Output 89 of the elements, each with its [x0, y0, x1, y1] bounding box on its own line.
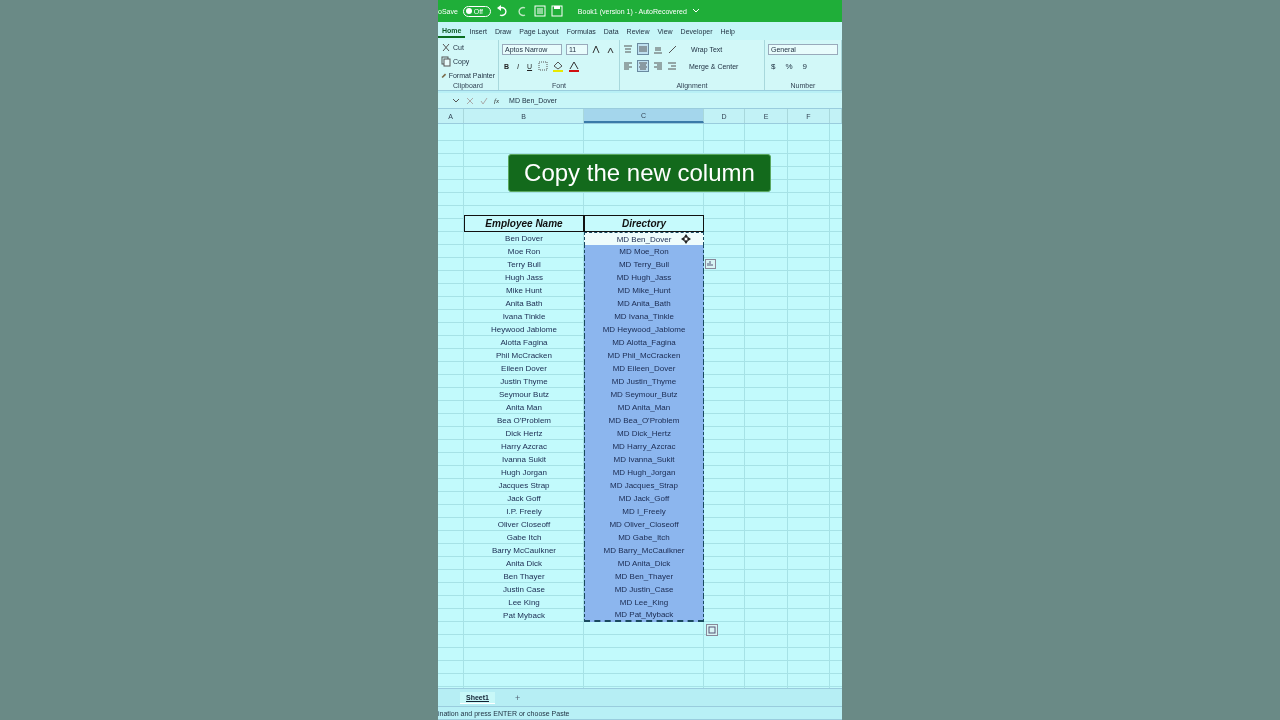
align-left-icon[interactable]: [623, 61, 633, 71]
table-cell: MD Alotta_Fagina: [584, 336, 704, 349]
table-cell: MD Heywood_Jablome: [584, 323, 704, 336]
percent-button[interactable]: %: [782, 61, 796, 71]
table-cell-text: Justin Case: [502, 584, 546, 596]
align-bottom-icon[interactable]: [653, 44, 663, 54]
table-cell-text: Barry McCaulkner: [491, 545, 557, 557]
grow-font-icon[interactable]: [592, 44, 602, 54]
table-cell-text: Heywood Jablome: [490, 324, 558, 336]
indent-icon[interactable]: [667, 61, 677, 71]
table-cell-text: Terry Bull: [506, 259, 542, 271]
table-cell: MD Hugh_Jass: [584, 271, 704, 284]
table-cell-text: Alotta Fagina: [499, 337, 549, 349]
table-cell: MD Lee_King: [584, 596, 704, 609]
chevron-down-icon[interactable]: [691, 8, 700, 14]
scissors-icon: [441, 42, 451, 53]
table-cell-text: Jack Goff: [506, 493, 542, 505]
paste-options-icon[interactable]: [706, 624, 718, 636]
table-cell-text: Anita Bath: [504, 298, 544, 310]
table-cell-text: Oliver Closeoff: [496, 519, 552, 531]
table-cell: MD Bea_O'Problem: [584, 414, 704, 427]
table-cell: MD Justin_Thyme: [584, 375, 704, 388]
table-cell: MD Eileen_Dover: [584, 362, 704, 375]
table-cell: MD Anita_Man: [584, 401, 704, 414]
save-icon[interactable]: [550, 5, 563, 17]
comma-button[interactable]: 9: [799, 61, 811, 71]
currency-button[interactable]: $: [768, 61, 779, 71]
table-cell: MD Anita_Dick: [584, 557, 704, 570]
table-cell: MD Ben_Thayer: [584, 570, 704, 583]
table-cell: MD Dick_Hertz: [584, 427, 704, 440]
table-cell-text: Hugh Jass: [504, 272, 544, 284]
cancel-icon[interactable]: [466, 96, 474, 105]
table-cell-text: Lee King: [507, 597, 541, 609]
table-cell: MD Terry_Bull: [584, 258, 704, 271]
table-cell-text: Eileen Dover: [500, 363, 548, 375]
table-cell: MD Jacques_Strap: [584, 479, 704, 492]
table-cell: MD I_Freely: [584, 505, 704, 518]
table-cell: MD Gabe_Itch: [584, 531, 704, 544]
table-cell-text: Anita Man: [505, 402, 543, 414]
align-middle-icon[interactable]: [637, 43, 649, 55]
table-cell-text: Bea O'Problem: [496, 415, 552, 427]
table-cell: MD Justin_Case: [584, 583, 704, 596]
caption-banner: Copy the new column: [508, 154, 771, 192]
table-cell: MD Seymour_Butz: [584, 388, 704, 401]
table-cell: MD Phil_McCracken: [584, 349, 704, 362]
quick-analysis-icon[interactable]: [705, 259, 716, 269]
table-cell: MD Oliver_Closeoff: [584, 518, 704, 531]
table-cell-text: Harry Azcrac: [500, 441, 548, 453]
add-sheet-button[interactable]: +: [514, 692, 521, 703]
table-header: Directory: [584, 215, 704, 232]
table-cell-text: Ivanna Sukit: [501, 454, 547, 466]
align-center-icon[interactable]: [637, 60, 649, 72]
table-cell-text: Mike Hunt: [505, 285, 543, 297]
table-cell: MD Ben_Dover: [584, 232, 704, 245]
table-cell-text: Seymour Butz: [497, 389, 551, 401]
copy-icon: [441, 56, 451, 67]
table-cell-text: Dick Hertz: [504, 428, 544, 440]
font-color-icon[interactable]: [568, 60, 581, 72]
table-cell: MD Ivanna_Sukit: [584, 453, 704, 466]
undo-icon[interactable]: [495, 5, 510, 17]
table-cell: MD Harry_Azcrac: [584, 440, 704, 453]
table-cell-text: Jacques Strap: [497, 480, 551, 492]
table-cell-text: Anita Dick: [505, 558, 543, 570]
borders-icon[interactable]: [538, 61, 549, 71]
table-cell: MD Ivana_Tinkle: [584, 310, 704, 323]
table-cell: MD Jack_Goff: [584, 492, 704, 505]
fill-color-icon[interactable]: [552, 60, 565, 72]
table-cell-text: Ben Thayer: [502, 571, 546, 583]
table-cell-text: Pat Myback: [502, 610, 546, 622]
table-cell-text: I.P. Freely: [505, 506, 543, 518]
table-cell: MD Barry_McCaulkner: [584, 544, 704, 557]
align-top-icon[interactable]: [623, 44, 633, 54]
align-right-icon[interactable]: [653, 61, 663, 71]
table-cell: MD Hugh_Jorgan: [584, 466, 704, 479]
move-cursor-icon: [681, 234, 691, 244]
table-cell: MD Mike_Hunt: [584, 284, 704, 297]
table-cell: MD Pat_Myback: [584, 609, 704, 622]
table-cell-text: Phil McCracken: [495, 350, 553, 362]
table-cell-text: Ben Dover: [504, 233, 544, 245]
table-cell-text: Moe Ron: [506, 246, 542, 258]
chevron-down-icon[interactable]: [452, 97, 460, 104]
table-cell-text: Gabe Itch: [505, 532, 543, 544]
table-cell: MD Anita_Bath: [584, 297, 704, 310]
check-icon[interactable]: [480, 96, 488, 105]
table-cell: MD Moe_Ron: [584, 245, 704, 258]
table-cell-text: Justin Thyme: [499, 376, 549, 388]
table-header: Employee Name: [464, 215, 584, 232]
table-cell-text: Hugh Jorgan: [500, 467, 548, 479]
table-cell-text: Ivana Tinkle: [501, 311, 547, 323]
